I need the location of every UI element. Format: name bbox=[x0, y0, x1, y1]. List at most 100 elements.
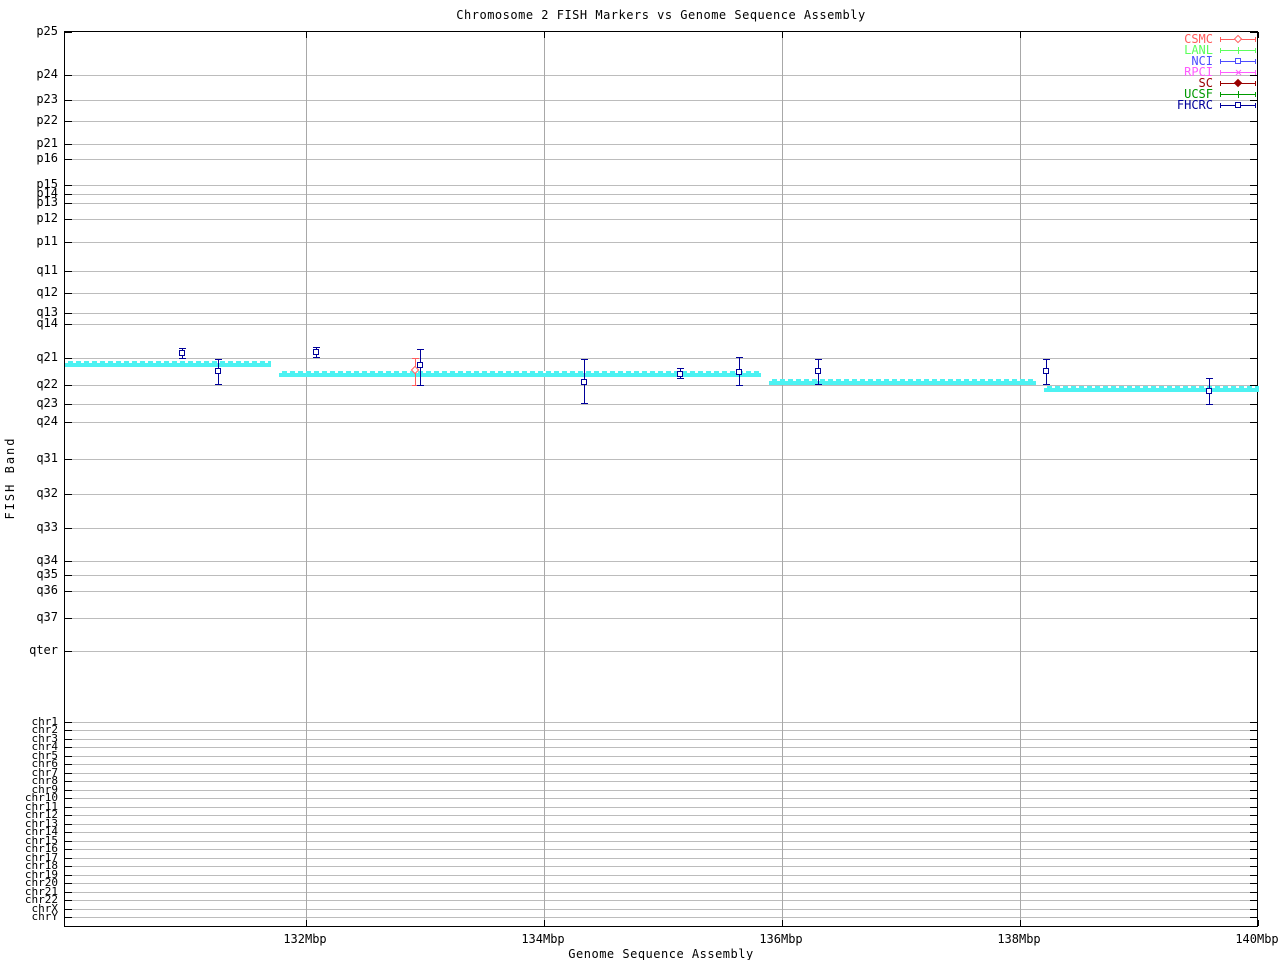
y-axis-tick-right bbox=[1250, 242, 1257, 243]
legend-sample-cap-right bbox=[1255, 81, 1256, 86]
square-marker-icon bbox=[736, 369, 742, 375]
legend-sample-plus bbox=[1220, 90, 1256, 99]
y-tick-label: p22 bbox=[36, 113, 58, 127]
y-axis-tick-right bbox=[1250, 404, 1257, 405]
y-axis-tick-right bbox=[1250, 494, 1257, 495]
gridline-horizontal bbox=[65, 722, 1257, 723]
x-axis-tick-bottom bbox=[782, 920, 783, 926]
fish-band-dash-pattern bbox=[279, 371, 761, 373]
y-axis-tick-right bbox=[1250, 866, 1257, 867]
gridline-horizontal bbox=[65, 591, 1257, 592]
gridline-horizontal bbox=[65, 849, 1257, 850]
x-axis-tick-top bbox=[1258, 32, 1259, 38]
legend-sample-cap-right bbox=[1255, 70, 1256, 75]
cross-marker-icon bbox=[1234, 68, 1244, 78]
y-tick-label: q36 bbox=[36, 583, 58, 597]
error-bar-cap-bottom bbox=[736, 385, 743, 386]
y-axis-tick-right bbox=[1250, 773, 1257, 774]
gridline-horizontal bbox=[65, 781, 1257, 782]
y-axis-tick-left bbox=[65, 422, 72, 423]
gridline-horizontal bbox=[65, 404, 1257, 405]
diamond-filled-marker-icon bbox=[1233, 78, 1243, 88]
y-axis-tick-right bbox=[1250, 185, 1257, 186]
x-tick-label: 136Mbp bbox=[759, 932, 803, 946]
legend-sample-cap-left bbox=[1220, 37, 1221, 42]
y-axis-tick-left bbox=[65, 459, 72, 460]
y-axis-tick-left bbox=[65, 494, 72, 495]
square-marker-icon bbox=[417, 362, 423, 368]
gridline-horizontal bbox=[65, 358, 1257, 359]
y-axis-tick-left bbox=[65, 100, 72, 101]
gridline-horizontal bbox=[65, 219, 1257, 220]
square-marker-icon bbox=[677, 371, 683, 377]
legend-sample-square bbox=[1220, 101, 1256, 110]
x-axis-tick-bottom bbox=[1020, 920, 1021, 926]
y-axis-tick-right bbox=[1250, 358, 1257, 359]
x-axis-tick-bottom bbox=[544, 920, 545, 926]
y-axis-tick-left bbox=[65, 841, 72, 842]
gridline-horizontal bbox=[65, 773, 1257, 774]
y-tick-label: q12 bbox=[36, 285, 58, 299]
y-axis-tick-left bbox=[65, 404, 72, 405]
y-axis-tick-left bbox=[65, 909, 72, 910]
y-axis-tick-right bbox=[1250, 883, 1257, 884]
plus-marker-icon bbox=[1235, 91, 1242, 98]
error-bar-cap-top bbox=[417, 349, 424, 350]
error-bar-cap-top bbox=[1043, 359, 1050, 360]
y-axis-tick-left bbox=[65, 75, 72, 76]
gridline-horizontal bbox=[65, 883, 1257, 884]
y-axis-tick-right bbox=[1250, 575, 1257, 576]
y-axis-tick-left bbox=[65, 807, 72, 808]
y-axis-tick-right bbox=[1250, 293, 1257, 294]
gridline-horizontal bbox=[65, 807, 1257, 808]
legend-sample-plus bbox=[1220, 46, 1256, 55]
x-axis-tick-bottom bbox=[1258, 920, 1259, 926]
legend-sample-diamond-filled bbox=[1220, 78, 1256, 88]
gridline-horizontal bbox=[65, 242, 1257, 243]
x-axis-title: Genome Sequence Assembly bbox=[568, 947, 754, 960]
y-axis-tick-left bbox=[65, 324, 72, 325]
gridline-horizontal bbox=[65, 764, 1257, 765]
y-tick-label: q22 bbox=[36, 377, 58, 391]
legend-sample-diamond bbox=[1220, 34, 1256, 44]
gridline-vertical bbox=[306, 32, 307, 926]
square-marker-icon bbox=[1206, 388, 1212, 394]
gridline-horizontal bbox=[65, 739, 1257, 740]
gridline-horizontal bbox=[65, 194, 1257, 195]
gridline-horizontal bbox=[65, 798, 1257, 799]
gridline-horizontal bbox=[65, 459, 1257, 460]
legend-sample-cross bbox=[1220, 68, 1256, 77]
y-axis-tick-left bbox=[65, 875, 72, 876]
y-tick-label: q32 bbox=[36, 486, 58, 500]
gridline-horizontal bbox=[65, 917, 1257, 918]
y-tick-label: q21 bbox=[36, 350, 58, 364]
y-tick-label: q35 bbox=[36, 567, 58, 581]
fish-band-segment bbox=[279, 371, 761, 377]
diamond-marker-icon bbox=[1233, 34, 1243, 44]
y-axis-tick-right bbox=[1250, 832, 1257, 833]
legend-sample-cap-right bbox=[1255, 48, 1256, 53]
y-axis-tick-left bbox=[65, 242, 72, 243]
gridline-horizontal bbox=[65, 159, 1257, 160]
gridline-horizontal bbox=[65, 756, 1257, 757]
plot-area bbox=[64, 31, 1259, 927]
y-axis-tick-right bbox=[1250, 756, 1257, 757]
error-bar-cap-bottom bbox=[815, 384, 822, 385]
square-marker-icon bbox=[1235, 58, 1241, 64]
x-axis-tick-top bbox=[782, 32, 783, 38]
y-axis-tick-right bbox=[1250, 900, 1257, 901]
y-tick-label: p12 bbox=[36, 211, 58, 225]
legend-sample-cap-left bbox=[1220, 81, 1221, 86]
x-axis-tick-top bbox=[1020, 32, 1021, 38]
y-axis-tick-left bbox=[65, 832, 72, 833]
y-axis-tick-right bbox=[1250, 849, 1257, 850]
y-tick-label: p24 bbox=[36, 67, 58, 81]
gridline-horizontal bbox=[65, 747, 1257, 748]
gridline-vertical bbox=[544, 32, 545, 926]
y-tick-label: p25 bbox=[36, 24, 58, 38]
x-tick-label: 132Mbp bbox=[283, 932, 327, 946]
y-axis-tick-right bbox=[1250, 271, 1257, 272]
gridline-horizontal bbox=[65, 790, 1257, 791]
y-axis-tick-left bbox=[65, 219, 72, 220]
error-bar-cap-top bbox=[412, 358, 419, 359]
